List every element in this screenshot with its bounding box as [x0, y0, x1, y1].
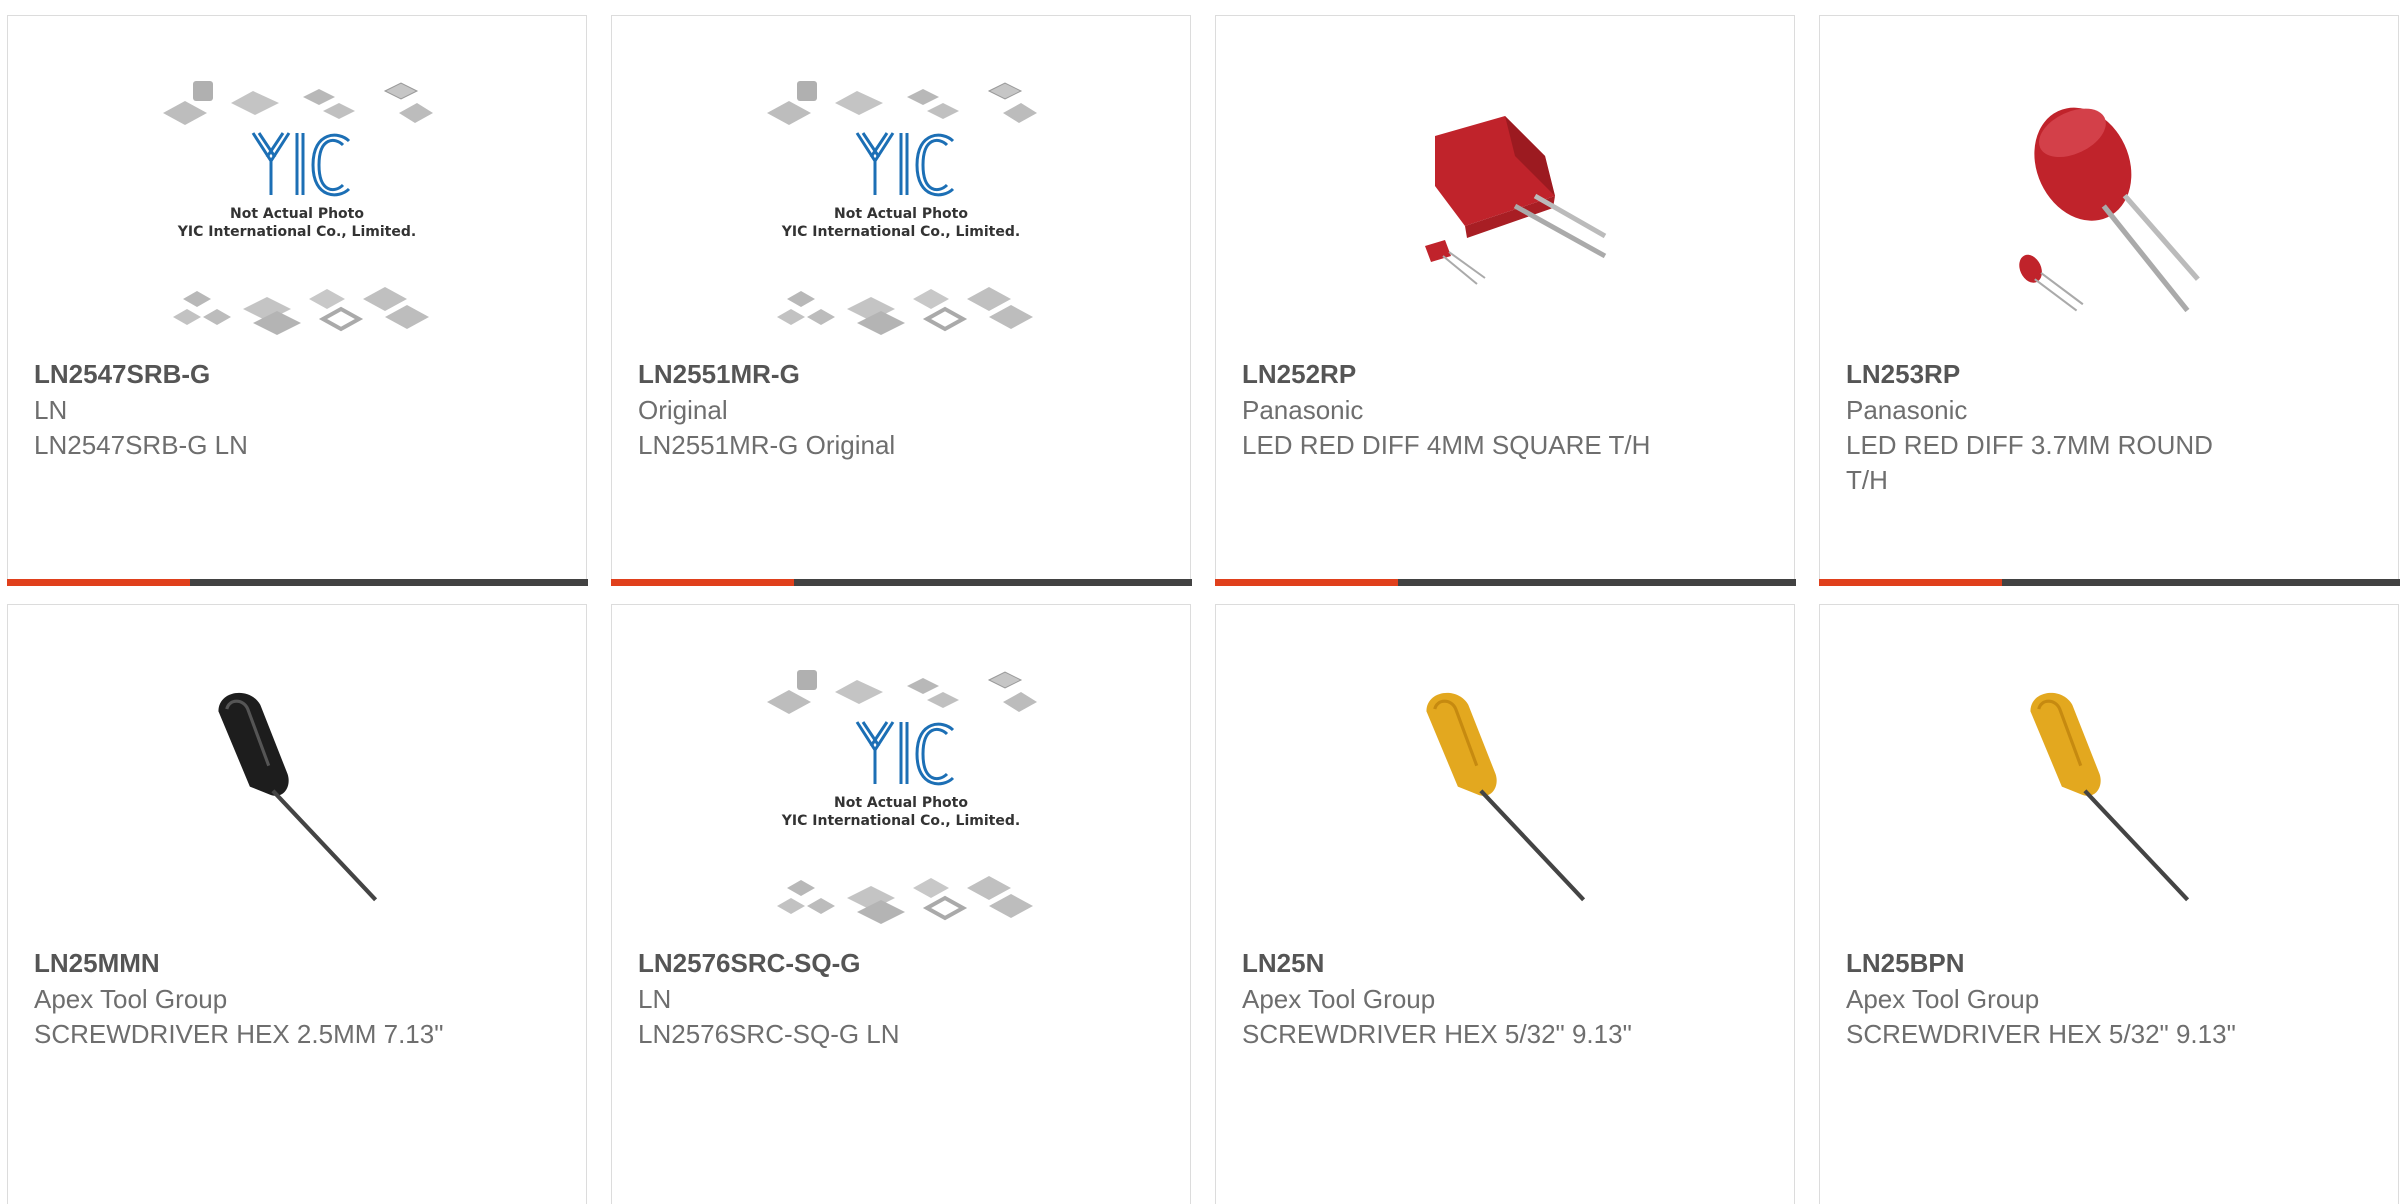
part-number-link[interactable]: LN25BPN: [1846, 945, 2258, 981]
product-card[interactable]: LN25MMN Apex Tool Group SCREWDRIVER HEX …: [7, 604, 587, 1204]
screwdriver-yellow-icon: [1405, 685, 1605, 905]
description: LED RED DIFF 3.7MM ROUND T/H: [1846, 430, 2213, 495]
card-accent-bar: [1818, 579, 2002, 586]
description: SCREWDRIVER HEX 2.5MM 7.13": [34, 1019, 444, 1049]
manufacturer: LN: [34, 395, 68, 425]
screwdriver-black-icon: [197, 685, 397, 905]
part-number-link[interactable]: LN2576SRC-SQ-G: [638, 945, 1050, 981]
product-card[interactable]: LN252RP Panasonic LED RED DIFF 4MM SQUAR…: [1214, 15, 1796, 586]
card-bottom-bar: [610, 579, 1192, 586]
part-number-link[interactable]: LN252RP: [1242, 356, 1654, 392]
product-image[interactable]: Not Actual Photo YIC International Co., …: [8, 46, 586, 366]
product-info: LN25N Apex Tool Group SCREWDRIVER HEX 5/…: [1242, 945, 1654, 1052]
product-info: LN253RP Panasonic LED RED DIFF 3.7MM ROU…: [1846, 356, 2258, 498]
led-round-red-icon: [1999, 91, 2219, 321]
manufacturer: Apex Tool Group: [1846, 984, 2040, 1014]
product-info: LN2551MR-G Original LN2551MR-G Original: [638, 356, 1050, 463]
product-info: LN252RP Panasonic LED RED DIFF 4MM SQUAR…: [1242, 356, 1654, 463]
manufacturer: Apex Tool Group: [34, 984, 228, 1014]
card-bottom-bar: [1818, 579, 2400, 586]
product-image[interactable]: [8, 635, 586, 955]
placeholder-company: YIC International Co., Limited.: [781, 813, 1020, 829]
manufacturer: Original: [638, 395, 728, 425]
product-image[interactable]: [1216, 46, 1794, 366]
product-info: LN25BPN Apex Tool Group SCREWDRIVER HEX …: [1846, 945, 2258, 1052]
led-square-red-icon: [1395, 96, 1615, 316]
product-grid: Not Actual Photo YIC International Co., …: [0, 0, 2400, 1204]
product-info: LN25MMN Apex Tool Group SCREWDRIVER HEX …: [34, 945, 446, 1052]
description: LN2547SRB-G LN: [34, 430, 248, 460]
placeholder-company: YIC International Co., Limited.: [781, 224, 1020, 240]
product-card[interactable]: LN25N Apex Tool Group SCREWDRIVER HEX 5/…: [1215, 604, 1795, 1204]
description: SCREWDRIVER HEX 5/32" 9.13": [1846, 1019, 2236, 1049]
card-accent-bar: [610, 579, 794, 586]
product-image[interactable]: [1216, 635, 1794, 955]
card-accent-bar: [6, 579, 190, 586]
product-card[interactable]: LN25BPN Apex Tool Group SCREWDRIVER HEX …: [1819, 604, 2399, 1204]
product-image[interactable]: [1820, 46, 2398, 366]
description: SCREWDRIVER HEX 5/32" 9.13": [1242, 1019, 1632, 1049]
product-image[interactable]: Not Actual Photo YIC International Co., …: [612, 635, 1190, 955]
manufacturer: LN: [638, 984, 672, 1014]
part-number-link[interactable]: LN2551MR-G: [638, 356, 1050, 392]
part-number-link[interactable]: LN25MMN: [34, 945, 446, 981]
product-info: LN2576SRC-SQ-G LN LN2576SRC-SQ-G LN: [638, 945, 1050, 1052]
card-bottom-bar: [6, 579, 588, 586]
part-number-link[interactable]: LN253RP: [1846, 356, 2258, 392]
product-image[interactable]: Not Actual Photo YIC International Co., …: [612, 46, 1190, 366]
part-number-link[interactable]: LN2547SRB-G: [34, 356, 446, 392]
card-bottom-bar: [1214, 579, 1796, 586]
product-image[interactable]: [1820, 635, 2398, 955]
card-accent-bar: [1214, 579, 1398, 586]
placeholder-company: YIC International Co., Limited.: [177, 224, 416, 240]
product-card[interactable]: Not Actual Photo YIC International Co., …: [610, 15, 1192, 586]
description: LED RED DIFF 4MM SQUARE T/H: [1242, 430, 1651, 460]
description: LN2551MR-G Original: [638, 430, 896, 460]
screwdriver-yellow-icon: [2009, 685, 2209, 905]
manufacturer: Panasonic: [1846, 395, 1968, 425]
product-card[interactable]: Not Actual Photo YIC International Co., …: [6, 15, 588, 586]
description: LN2576SRC-SQ-G LN: [638, 1019, 900, 1049]
manufacturer: Apex Tool Group: [1242, 984, 1436, 1014]
placeholder-note: Not Actual Photo: [834, 206, 968, 222]
product-card[interactable]: LN253RP Panasonic LED RED DIFF 3.7MM ROU…: [1818, 15, 2400, 586]
product-card[interactable]: Not Actual Photo YIC International Co., …: [611, 604, 1191, 1204]
manufacturer: Panasonic: [1242, 395, 1364, 425]
placeholder-note: Not Actual Photo: [834, 795, 968, 811]
product-info: LN2547SRB-G LN LN2547SRB-G LN: [34, 356, 446, 463]
placeholder-note: Not Actual Photo: [230, 206, 364, 222]
part-number-link[interactable]: LN25N: [1242, 945, 1654, 981]
